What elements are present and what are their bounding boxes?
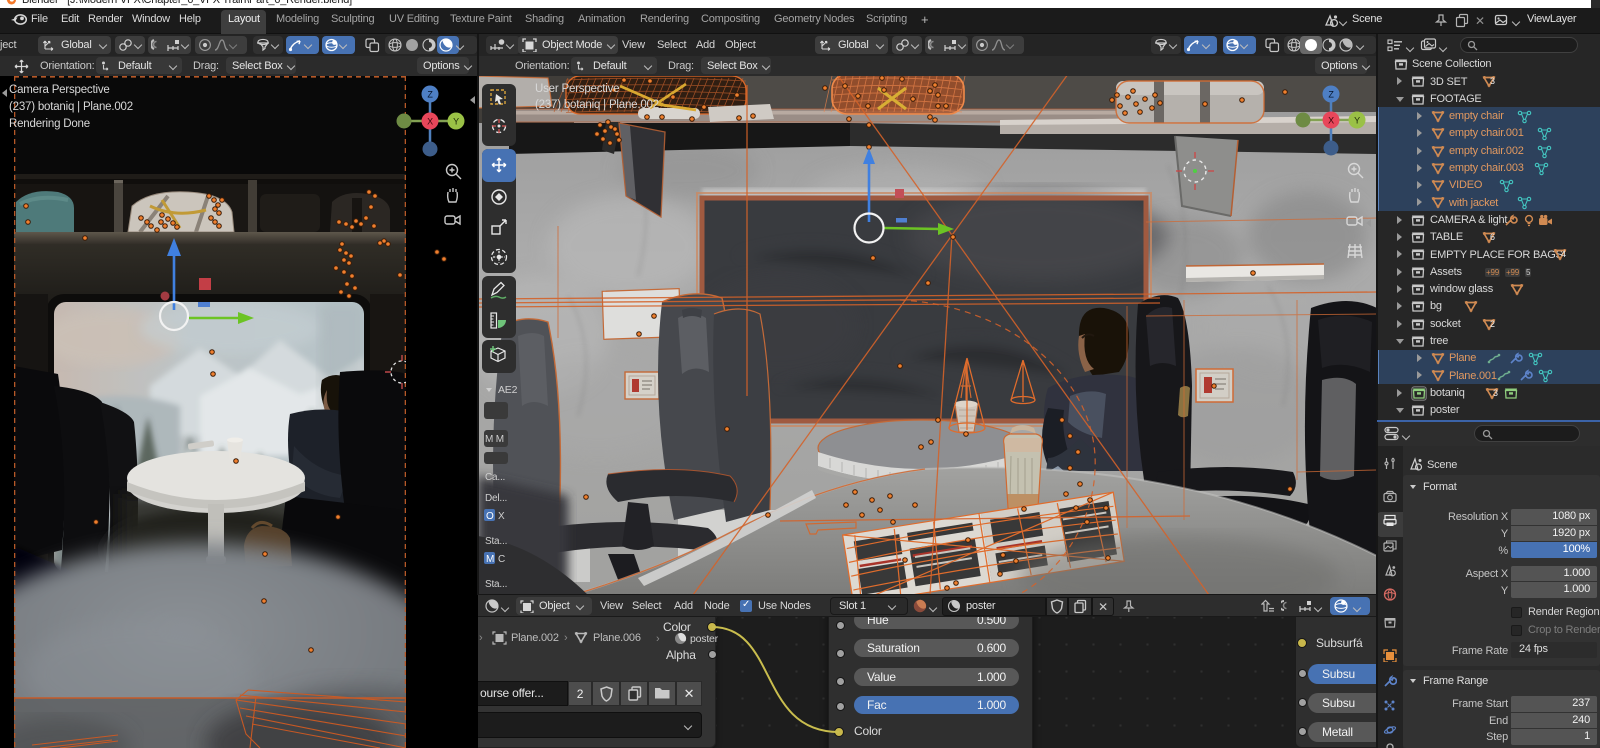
svg-text:Camera Perspective: Camera Perspective (9, 84, 110, 96)
svg-text:X: X (1328, 116, 1334, 126)
svg-text:Del...: Del... (485, 493, 507, 504)
svg-text:AE2: AE2 (498, 384, 518, 396)
svg-text:(237) botaniq | Plane.002: (237) botaniq | Plane.002 (535, 99, 659, 111)
svg-text:M: M (486, 554, 494, 565)
svg-text:M M: M M (485, 434, 504, 445)
svg-text:X: X (427, 117, 433, 127)
svg-text:Y: Y (1354, 116, 1360, 126)
svg-text:User Perspective: User Perspective (535, 83, 619, 95)
svg-text:Z: Z (427, 90, 433, 100)
svg-text:Rendering Done: Rendering Done (9, 118, 90, 130)
svg-text:Ca...: Ca... (485, 472, 505, 483)
svg-text:Sta...: Sta... (485, 536, 507, 547)
svg-text:C: C (498, 554, 505, 565)
svg-text:Y: Y (453, 117, 459, 127)
svg-text:O: O (486, 511, 494, 522)
svg-text:Sta...: Sta... (485, 579, 507, 590)
svg-text:(237) botaniq | Plane.002: (237) botaniq | Plane.002 (9, 101, 133, 113)
svg-text:X: X (498, 511, 505, 522)
svg-text:Z: Z (1328, 90, 1334, 100)
